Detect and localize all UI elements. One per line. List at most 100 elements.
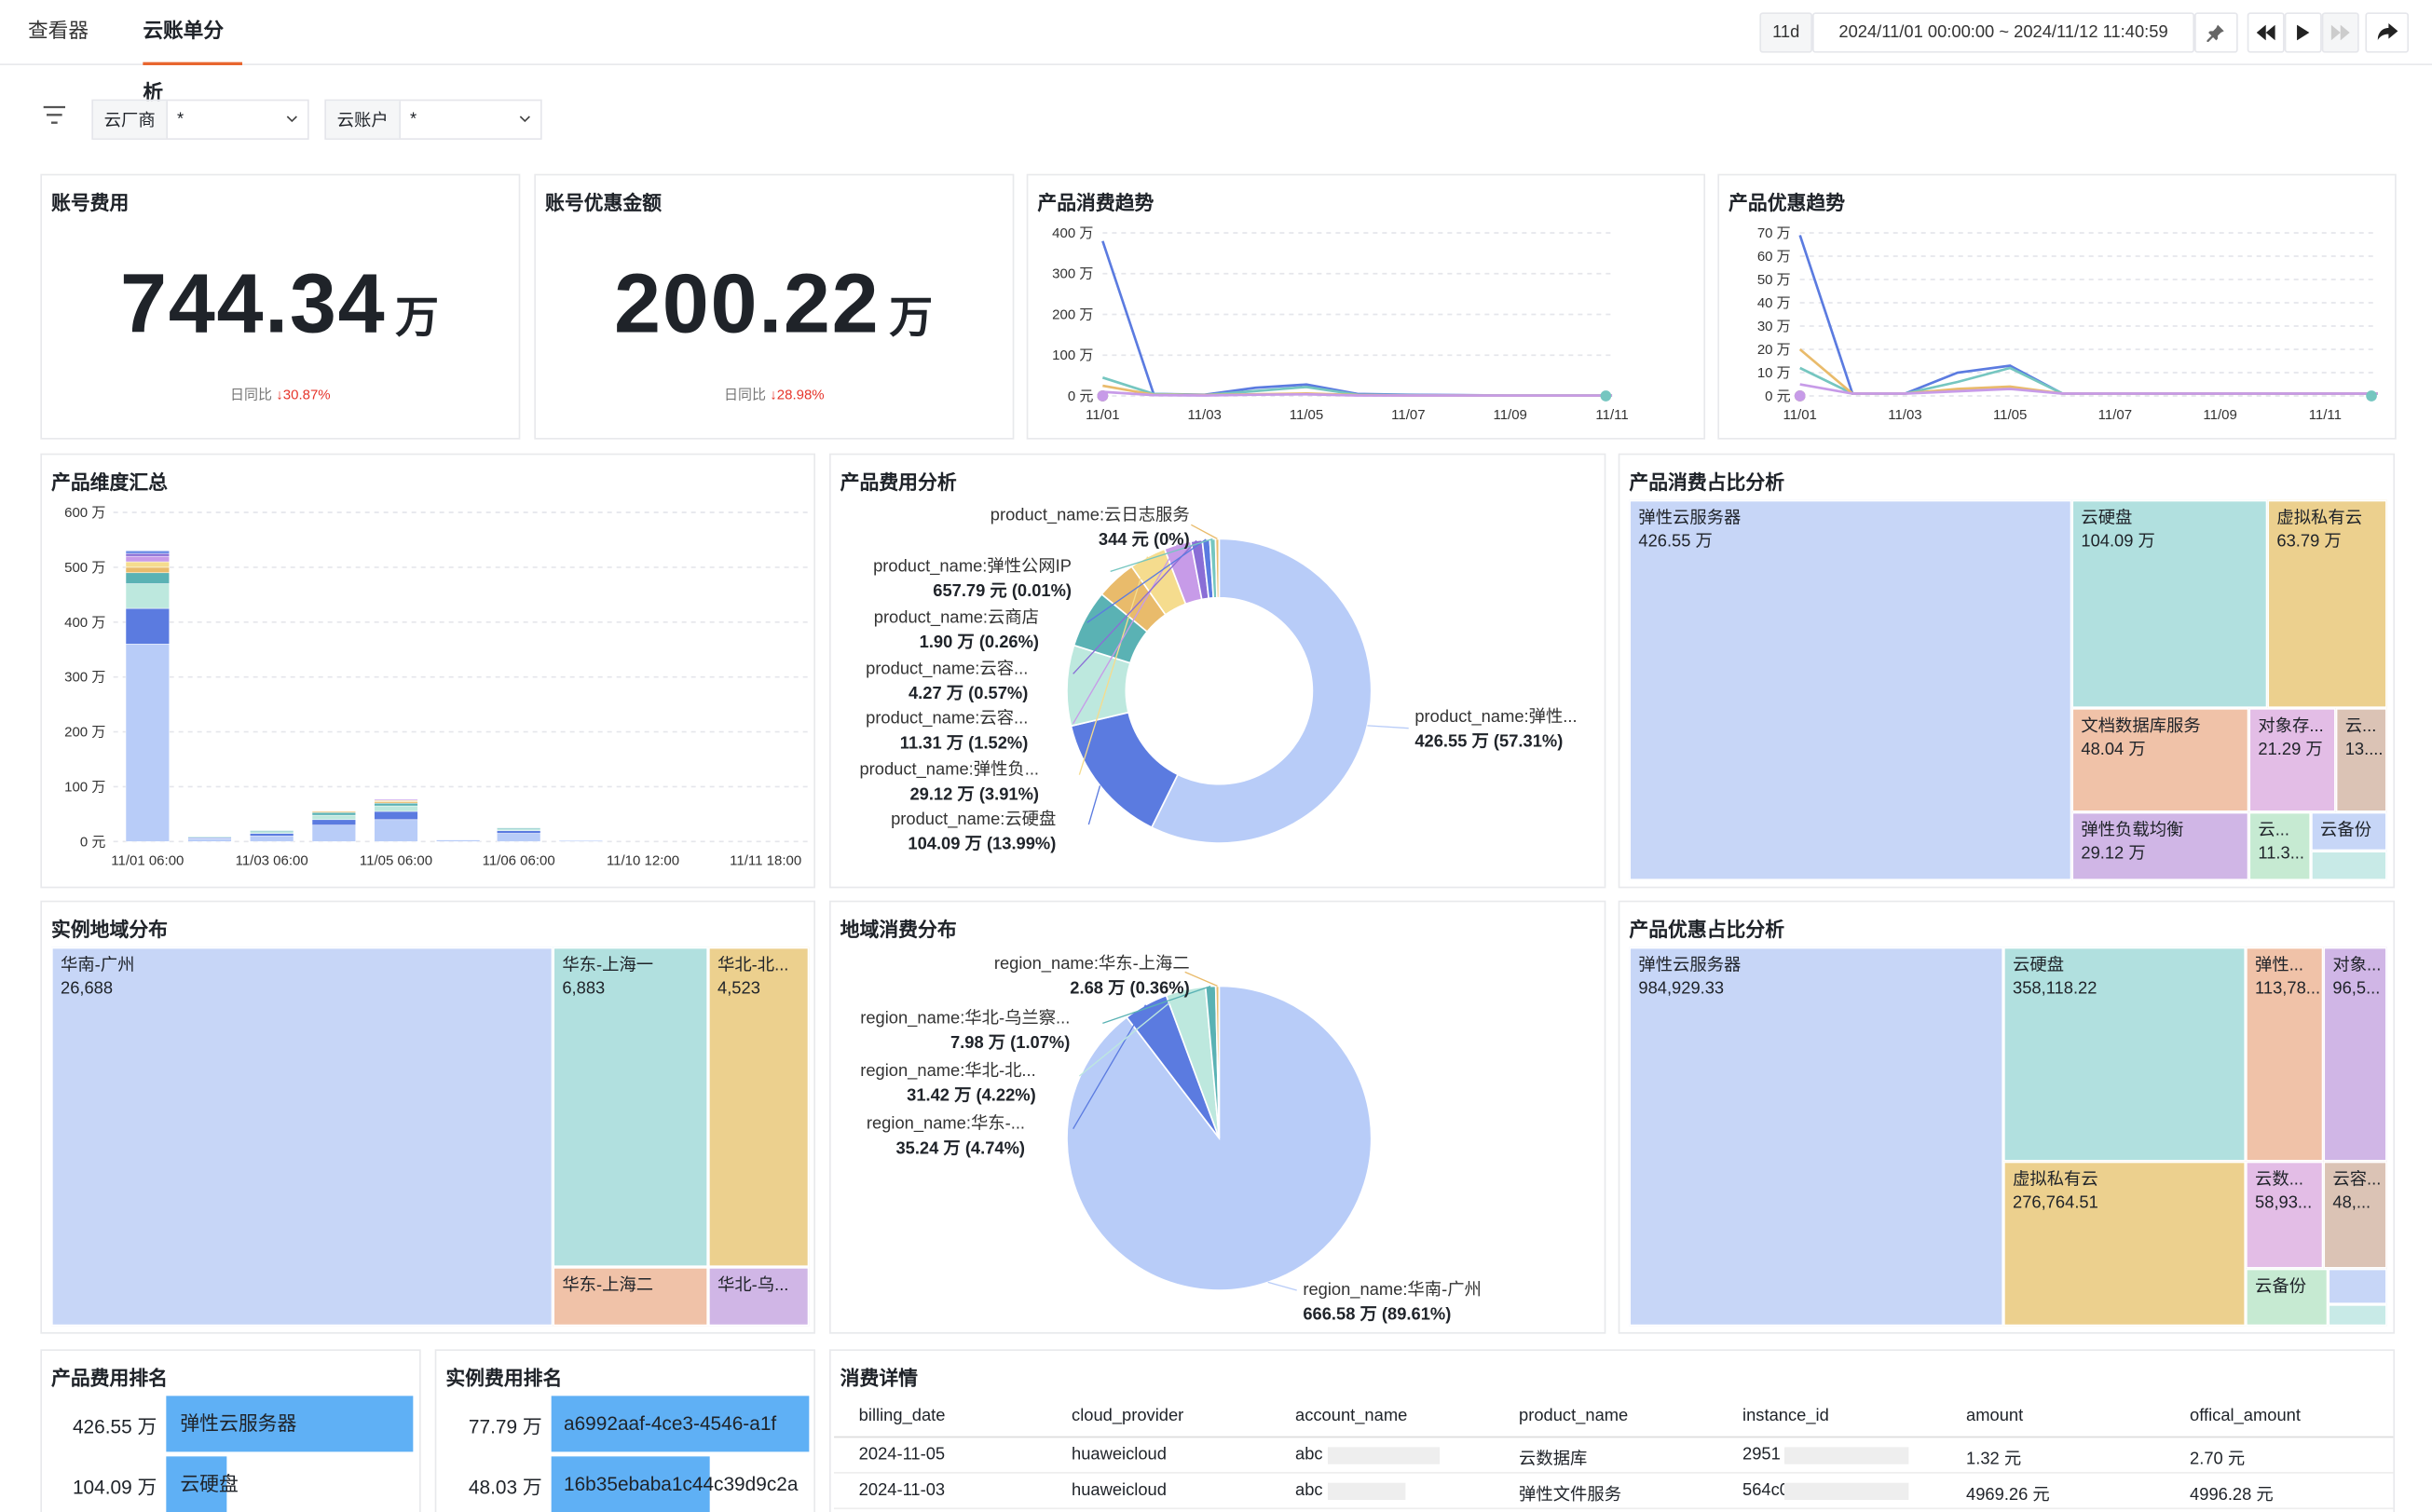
- bar-segment: [497, 828, 541, 831]
- table-cell: abc: [1295, 1481, 1323, 1501]
- discount-share-panel: 产品优惠占比分析 弹性云服务器 984,929.33 云硬盘 358,118.22 …: [1618, 900, 2396, 1334]
- treemap-cell[interactable]: 虚拟私有云 63.79 万: [2267, 499, 2387, 709]
- treemap-cell[interactable]: 华东-上海二: [553, 1267, 709, 1327]
- pin-icon[interactable]: [2194, 12, 2238, 53]
- slice-value: 657.79 元 (0.01%): [933, 580, 1072, 600]
- tab-viewer[interactable]: 查看器: [28, 0, 89, 65]
- x-tick-label: 11/05: [1290, 407, 1323, 423]
- y-tick-label: 0 元: [1068, 388, 1094, 404]
- column-header[interactable]: billing_date: [859, 1407, 946, 1425]
- cloud-provider-label: 云厂商: [93, 101, 169, 139]
- series-line: [1798, 235, 2378, 395]
- treemap-cell[interactable]: 弹性云服务器 426.55 万: [1629, 499, 2072, 881]
- account-cost-value: 744.34 万: [120, 257, 441, 351]
- treemap-cell[interactable]: [2328, 1304, 2387, 1327]
- rank-bar: 16b35ebaba1c44c39d9c2a: [551, 1456, 798, 1512]
- column-header[interactable]: account_name: [1295, 1407, 1407, 1425]
- treemap-cell[interactable]: 文档数据库服务 48.04 万: [2071, 708, 2249, 812]
- bar-segment: [497, 827, 541, 830]
- column-header[interactable]: instance_id: [1742, 1407, 1829, 1425]
- bar-segment: [311, 819, 356, 825]
- table-row[interactable]: 2024-11-05 huaweicloud abc 云数据库 2951 1.3…: [834, 1437, 2394, 1474]
- treemap-cell[interactable]: 华东-上海一 6,883: [553, 947, 709, 1268]
- slice-value: 344 元 (0%): [1099, 529, 1190, 549]
- table-row[interactable]: 2024-11-03 huaweicloud abc 弹性文件服务 564c0 …: [834, 1474, 2394, 1510]
- series-line: [1102, 384, 1613, 397]
- x-tick-label: 11/01: [1086, 407, 1119, 423]
- treemap-cell[interactable]: 华北-乌...: [708, 1267, 810, 1327]
- instance-rank-panel: 实例费用排名 77.79 万 a6992aaf-4ce3-4546-a1f 48…: [434, 1349, 816, 1512]
- treemap-cell[interactable]: [2311, 851, 2387, 881]
- cloud-account-filter[interactable]: 云账户 *: [324, 99, 542, 141]
- treemap-cell[interactable]: 弹性... 113,78...: [2246, 947, 2324, 1162]
- table-cell: 4996.28 元: [2190, 1486, 2274, 1505]
- bar-segment: [558, 839, 603, 842]
- y-tick-label: 600 万: [64, 505, 105, 521]
- treemap-cell[interactable]: 对象存... 21.29 万: [2248, 708, 2336, 812]
- series-line: [1101, 240, 1613, 397]
- y-tick-label: 60 万: [1757, 249, 1791, 265]
- treemap-cell[interactable]: 云备份: [2311, 811, 2387, 851]
- treemap-cell[interactable]: 华南-广州 26,688: [51, 947, 553, 1327]
- range-short-button[interactable]: 11d: [1759, 12, 1813, 53]
- slice-value: 1.90 万 (0.26%): [920, 632, 1039, 651]
- x-tick-label: 11/03: [1187, 407, 1221, 423]
- column-header[interactable]: amount: [1966, 1407, 2023, 1425]
- treemap-cell[interactable]: 云硬盘 104.09 万: [2071, 499, 2268, 709]
- bar-segment: [497, 833, 541, 842]
- series-point: [2366, 390, 2377, 402]
- treemap-cell[interactable]: 云... 13....: [2335, 708, 2387, 812]
- table-cell: 2024-11-05: [858, 1445, 946, 1464]
- treemap-cell[interactable]: 云备份: [2246, 1268, 2329, 1327]
- card-title: 账号费用: [51, 192, 130, 215]
- label-leader: [1087, 785, 1101, 825]
- treemap-cell[interactable]: 弹性云服务器 984,929.33: [1629, 947, 2004, 1327]
- rank-row[interactable]: 426.55 万 弹性云服务器: [42, 1396, 415, 1452]
- rank-row[interactable]: 104.09 万 云硬盘: [42, 1456, 415, 1512]
- table-cell: huaweicloud: [1072, 1445, 1167, 1464]
- discount-trend-panel: 产品优惠趋势 0 元 10 万 20 万 30 万 40 万 50 万 60 万 70 万 11…: [1717, 173, 2397, 440]
- rewind-icon[interactable]: [2247, 12, 2285, 53]
- slice-label: region_name:华东-上海二: [994, 953, 1190, 974]
- treemap-cell[interactable]: 云容... 48,...: [2323, 1161, 2387, 1269]
- slice-value: 104.09 万 (13.99%): [908, 834, 1056, 853]
- time-range-picker[interactable]: 2024/11/01 00:00:00 ~ 2024/11/12 11:40:5…: [1812, 12, 2195, 53]
- instance-region-panel: 实例地域分布 华南-广州 26,688 华东-上海一 6,883 华北-北... 4,…: [40, 900, 816, 1334]
- y-tick-label: 30 万: [1757, 319, 1791, 334]
- series-point: [1794, 390, 1806, 402]
- cloud-provider-value: *: [177, 110, 184, 129]
- chevron-down-icon: [519, 116, 530, 123]
- rank-row[interactable]: 48.03 万 16b35ebaba1c44c39d9c2a: [436, 1456, 809, 1512]
- share-icon[interactable]: [2365, 12, 2410, 53]
- treemap-cell[interactable]: 云硬盘 358,118.22: [2003, 947, 2247, 1162]
- treemap-cell[interactable]: [2328, 1268, 2387, 1305]
- column-header[interactable]: cloud_provider: [1072, 1407, 1183, 1425]
- x-tick-label: 11/05 06:00: [360, 852, 432, 868]
- column-header[interactable]: product_name: [1519, 1407, 1628, 1425]
- column-header[interactable]: offical_amount: [2190, 1407, 2301, 1425]
- treemap-cell[interactable]: 云... 11.3...: [2248, 811, 2312, 881]
- product-rank-panel: 产品费用排名 426.55 万 弹性云服务器 104.09 万 云硬盘: [40, 1349, 421, 1512]
- cloud-provider-filter[interactable]: 云厂商 *: [91, 99, 309, 141]
- x-tick-label: 11/03 06:00: [236, 852, 308, 868]
- x-tick-label: 11/11: [1595, 407, 1628, 423]
- cloud-account-label: 云账户: [326, 101, 402, 139]
- treemap-cell[interactable]: 华北-北... 4,523: [708, 947, 810, 1268]
- slice-label: region_name:华北-北...: [860, 1060, 1035, 1081]
- fast-forward-icon[interactable]: [2321, 12, 2359, 53]
- discount-amount-value: 200.22 万: [614, 257, 935, 351]
- table-cell: 2024-11-03: [858, 1481, 946, 1501]
- x-tick-label: 11/11: [2309, 407, 2342, 423]
- table-cell: abc: [1295, 1445, 1323, 1464]
- treemap-cell[interactable]: 对象... 96,5...: [2323, 947, 2387, 1162]
- treemap-cell[interactable]: 云数... 58,93...: [2246, 1161, 2324, 1269]
- filter-icon[interactable]: [42, 102, 67, 128]
- consume-trend-chart: 0 元 100 万 200 万 300 万 400 万 11/01 11/03 11/05 11…: [1052, 225, 1629, 423]
- treemap-cell[interactable]: 弹性负载均衡 29.12 万: [2071, 811, 2249, 881]
- play-icon[interactable]: [2284, 12, 2322, 53]
- rank-row[interactable]: 77.79 万 a6992aaf-4ce3-4546-a1f: [436, 1396, 810, 1452]
- tab-cloud-bill[interactable]: 云账单分析: [143, 0, 243, 104]
- treemap-cell[interactable]: 虚拟私有云 276,764.51: [2003, 1161, 2247, 1327]
- series-point: [1600, 390, 1612, 402]
- rank-amount: 48.03 万: [468, 1476, 542, 1498]
